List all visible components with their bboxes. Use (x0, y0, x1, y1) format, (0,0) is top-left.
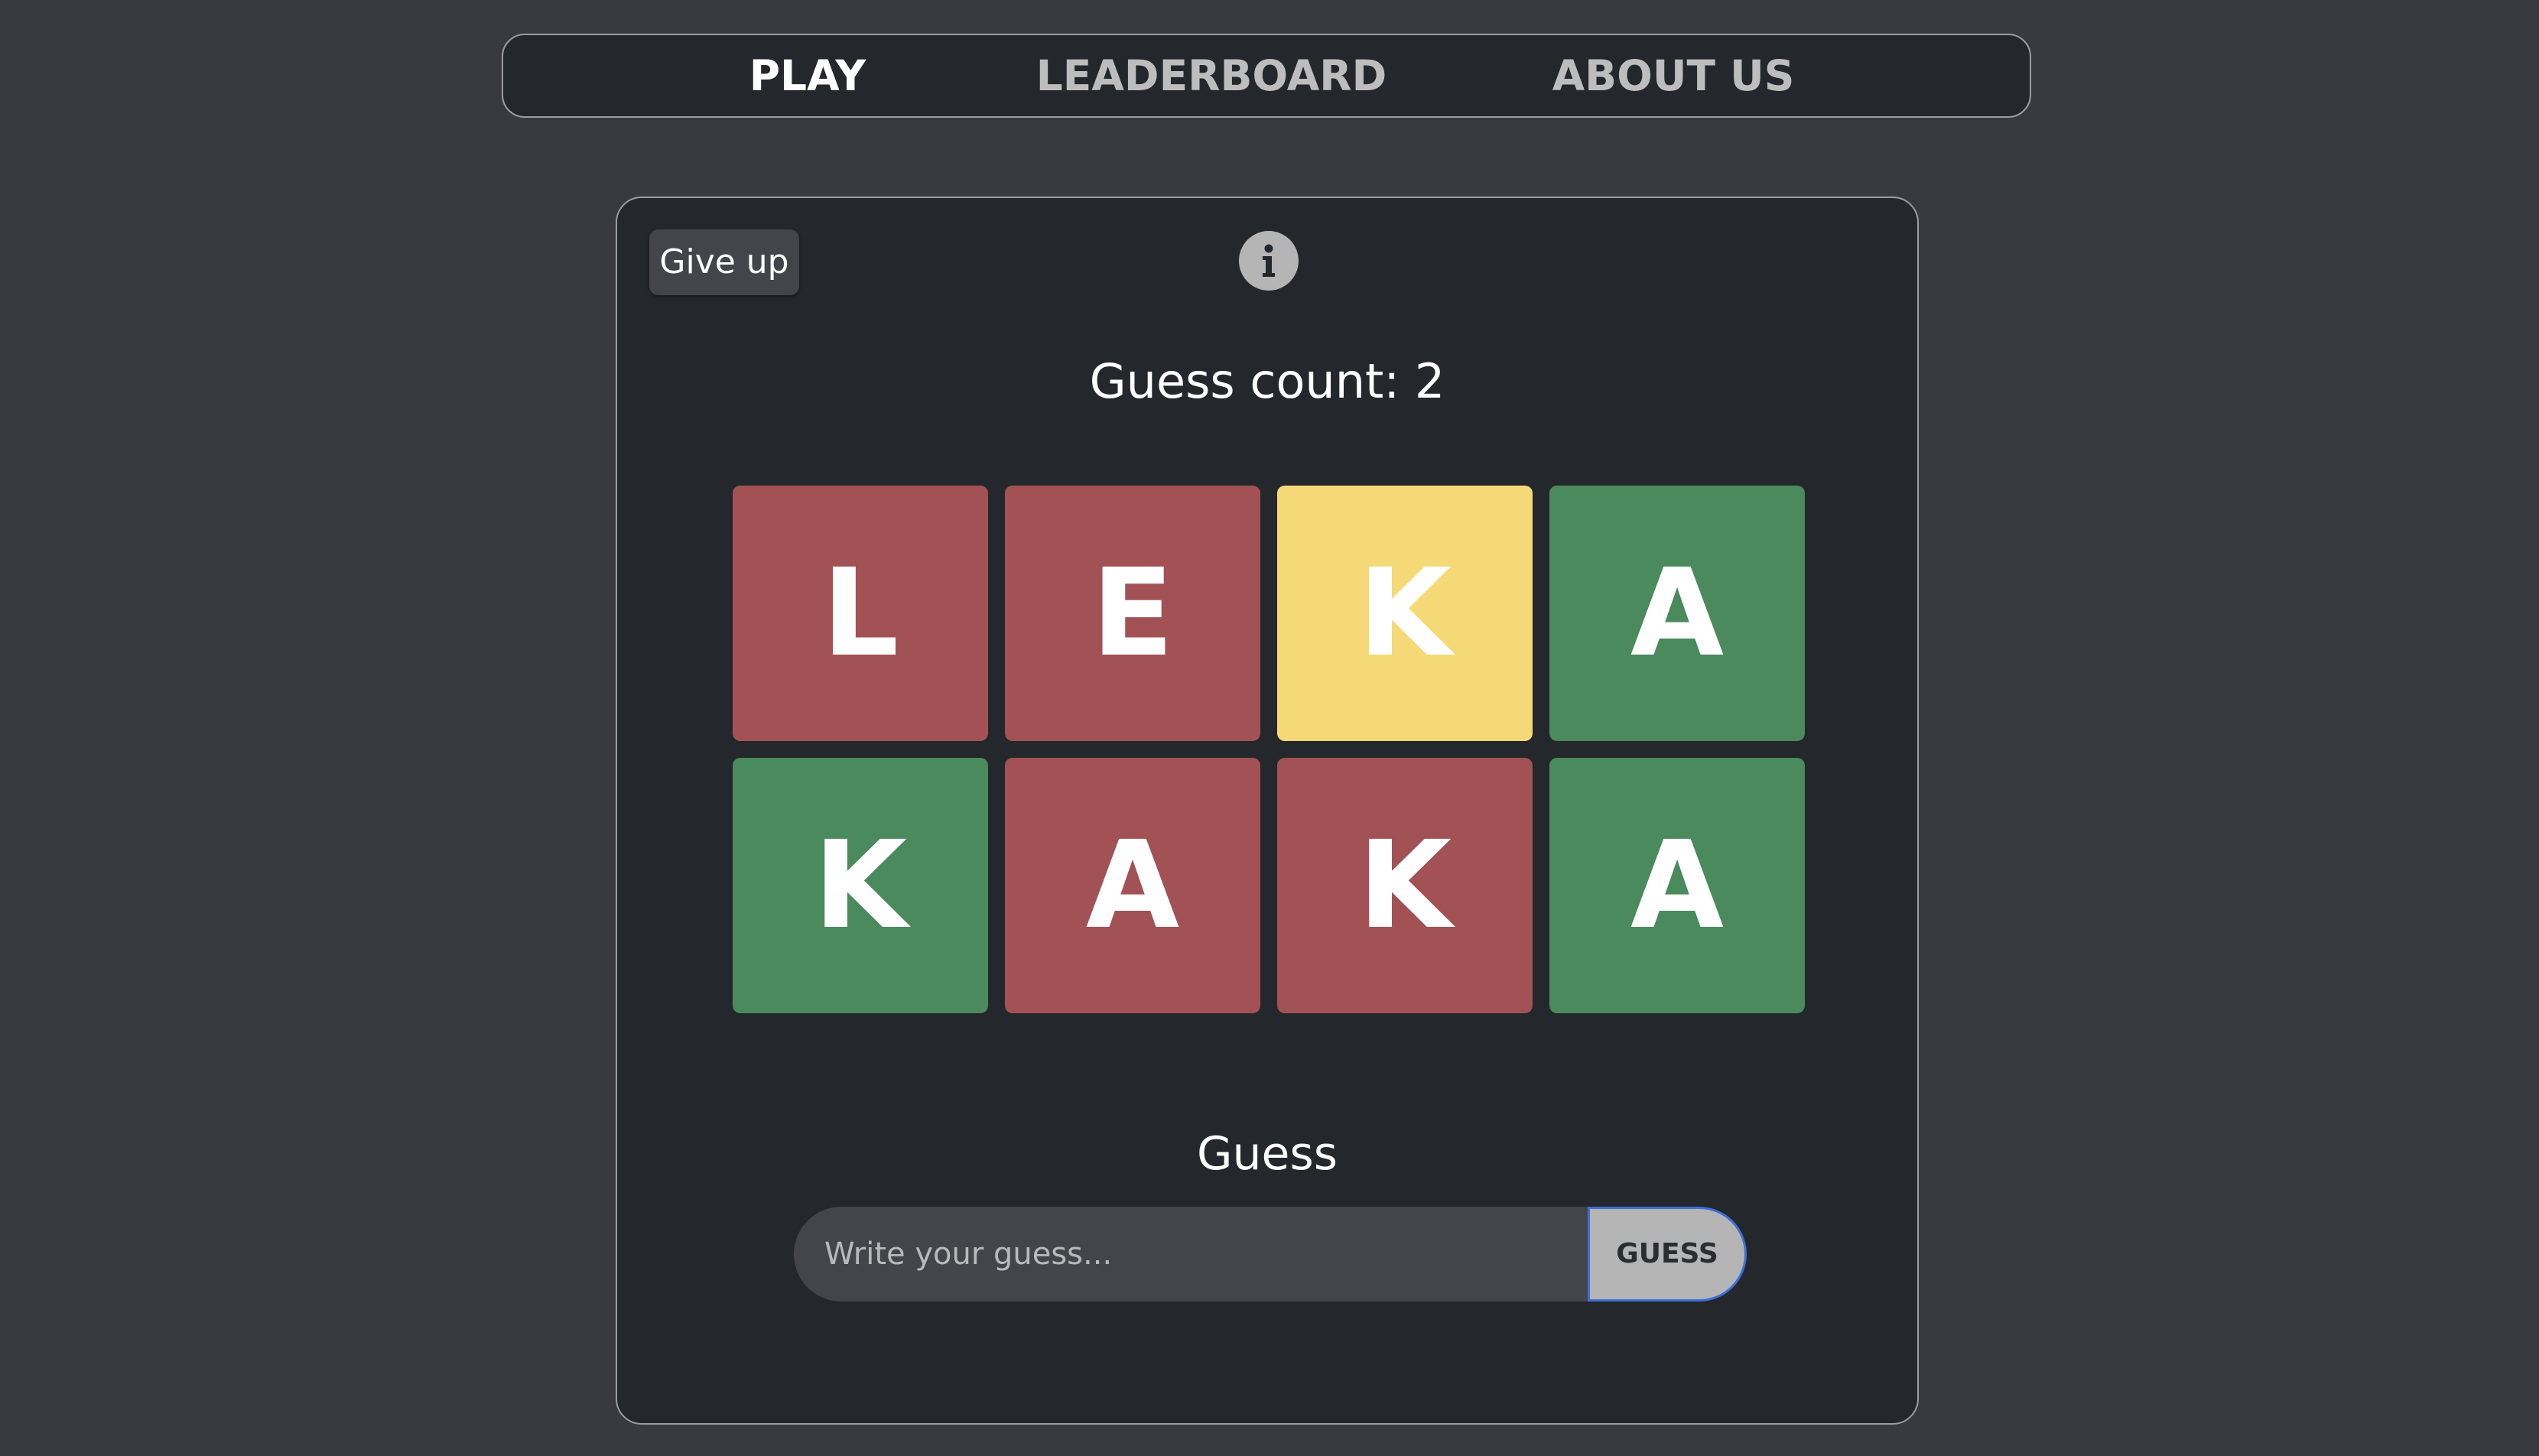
guess-form: GUESS (794, 1207, 1748, 1302)
info-icon[interactable] (1239, 231, 1299, 291)
guess-label: Guess (1197, 1127, 1338, 1181)
info-icon-glyph (1263, 244, 1275, 277)
nav-item-about-us[interactable]: ABOUT US (1552, 35, 1795, 116)
letter-tile: L (733, 486, 988, 741)
give-up-button[interactable]: Give up (649, 229, 799, 295)
letter-tile: K (1277, 486, 1533, 741)
letter-tile: E (1005, 486, 1260, 741)
letter-tile: A (1549, 486, 1805, 741)
letter-tile: K (1277, 758, 1533, 1013)
letter-tile: A (1549, 758, 1805, 1013)
main-nav: PLAY LEADERBOARD ABOUT US (502, 34, 2031, 118)
guess-count: Guess count: 2 (1089, 353, 1445, 409)
game-panel: Give up Guess count: 2 LEKAKAKA Guess GU… (616, 197, 1919, 1425)
nav-item-play[interactable]: PLAY (749, 35, 866, 116)
guess-grid: LEKAKAKA (733, 486, 1805, 1015)
guess-input[interactable] (794, 1207, 1589, 1302)
letter-tile: K (733, 758, 988, 1013)
nav-item-leaderboard[interactable]: LEADERBOARD (1036, 35, 1387, 116)
letter-tile: A (1005, 758, 1260, 1013)
guess-button[interactable]: GUESS (1588, 1207, 1747, 1302)
